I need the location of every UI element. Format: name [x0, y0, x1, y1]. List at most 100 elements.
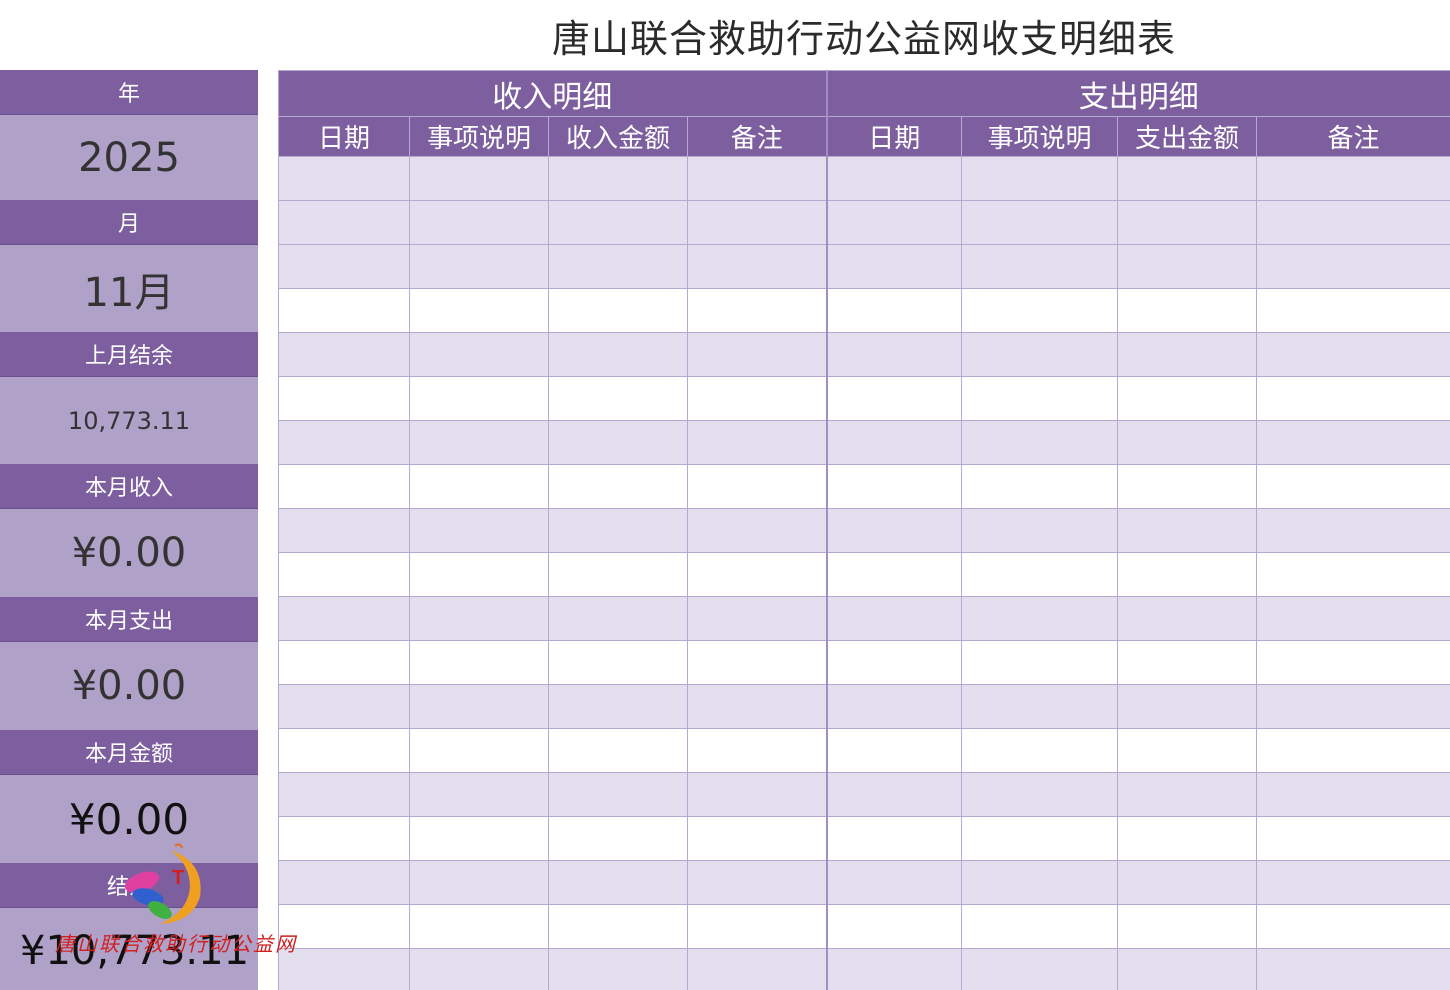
- table-cell[interactable]: [409, 420, 549, 465]
- table-cell[interactable]: [1117, 156, 1257, 201]
- table-cell[interactable]: [687, 596, 827, 641]
- table-cell[interactable]: [409, 860, 549, 905]
- table-cell[interactable]: [1256, 728, 1450, 773]
- table-cell[interactable]: [278, 508, 410, 553]
- table-cell[interactable]: [409, 684, 549, 729]
- balance-cell[interactable]: ¥10,773.11: [0, 908, 258, 990]
- table-cell[interactable]: [278, 816, 410, 861]
- table-cell[interactable]: [961, 816, 1118, 861]
- table-cell[interactable]: [548, 156, 688, 201]
- table-cell[interactable]: [1256, 816, 1450, 861]
- table-cell[interactable]: [687, 464, 827, 509]
- table-cell[interactable]: [409, 156, 549, 201]
- table-cell[interactable]: [825, 772, 962, 817]
- year-cell[interactable]: 2025: [0, 115, 258, 200]
- table-cell[interactable]: [1117, 596, 1257, 641]
- table-cell[interactable]: [278, 376, 410, 421]
- table-cell[interactable]: [278, 200, 410, 245]
- table-cell[interactable]: [548, 596, 688, 641]
- table-cell[interactable]: [1117, 464, 1257, 509]
- table-cell[interactable]: [278, 464, 410, 509]
- table-cell[interactable]: [409, 596, 549, 641]
- table-cell[interactable]: [548, 640, 688, 685]
- table-cell[interactable]: [409, 508, 549, 553]
- table-cell[interactable]: [1117, 860, 1257, 905]
- table-cell[interactable]: [1117, 508, 1257, 553]
- table-cell[interactable]: [825, 244, 962, 289]
- table-cell[interactable]: [1256, 420, 1450, 465]
- table-cell[interactable]: [1256, 464, 1450, 509]
- table-cell[interactable]: [1256, 376, 1450, 421]
- table-cell[interactable]: [687, 904, 827, 949]
- table-cell[interactable]: [409, 640, 549, 685]
- table-cell[interactable]: [961, 332, 1118, 377]
- table-cell[interactable]: [825, 552, 962, 597]
- table-cell[interactable]: [548, 772, 688, 817]
- table-cell[interactable]: [548, 728, 688, 773]
- table-cell[interactable]: [1117, 816, 1257, 861]
- table-cell[interactable]: [961, 772, 1118, 817]
- table-cell[interactable]: [961, 508, 1118, 553]
- table-cell[interactable]: [961, 640, 1118, 685]
- table-cell[interactable]: [825, 200, 962, 245]
- table-cell[interactable]: [278, 244, 410, 289]
- table-cell[interactable]: [961, 728, 1118, 773]
- table-cell[interactable]: [1117, 640, 1257, 685]
- table-cell[interactable]: [1256, 948, 1450, 990]
- table-cell[interactable]: [1256, 904, 1450, 949]
- table-cell[interactable]: [409, 948, 549, 990]
- table-cell[interactable]: [961, 376, 1118, 421]
- table-cell[interactable]: [548, 860, 688, 905]
- table-cell[interactable]: [961, 200, 1118, 245]
- table-cell[interactable]: [961, 288, 1118, 333]
- table-cell[interactable]: [548, 376, 688, 421]
- table-cell[interactable]: [1256, 640, 1450, 685]
- table-cell[interactable]: [961, 904, 1118, 949]
- table-cell[interactable]: [825, 860, 962, 905]
- table-cell[interactable]: [825, 508, 962, 553]
- table-cell[interactable]: [1117, 728, 1257, 773]
- table-cell[interactable]: [1117, 288, 1257, 333]
- income-cell[interactable]: ¥0.00: [0, 509, 258, 597]
- table-cell[interactable]: [825, 596, 962, 641]
- table-cell[interactable]: [687, 640, 827, 685]
- table-cell[interactable]: [409, 552, 549, 597]
- table-cell[interactable]: [548, 684, 688, 729]
- table-cell[interactable]: [1117, 904, 1257, 949]
- table-cell[interactable]: [687, 200, 827, 245]
- table-cell[interactable]: [1256, 552, 1450, 597]
- table-cell[interactable]: [1117, 552, 1257, 597]
- table-cell[interactable]: [687, 860, 827, 905]
- table-cell[interactable]: [278, 728, 410, 773]
- table-cell[interactable]: [548, 508, 688, 553]
- table-cell[interactable]: [278, 596, 410, 641]
- table-cell[interactable]: [825, 332, 962, 377]
- table-cell[interactable]: [825, 948, 962, 990]
- table-cell[interactable]: [1256, 684, 1450, 729]
- table-cell[interactable]: [548, 552, 688, 597]
- table-cell[interactable]: [548, 288, 688, 333]
- table-cell[interactable]: [961, 596, 1118, 641]
- table-cell[interactable]: [409, 728, 549, 773]
- table-cell[interactable]: [409, 904, 549, 949]
- table-cell[interactable]: [687, 376, 827, 421]
- table-cell[interactable]: [1256, 508, 1450, 553]
- table-cell[interactable]: [825, 640, 962, 685]
- table-cell[interactable]: [278, 684, 410, 729]
- table-cell[interactable]: [1117, 420, 1257, 465]
- table-cell[interactable]: [278, 156, 410, 201]
- table-cell[interactable]: [1256, 772, 1450, 817]
- table-cell[interactable]: [687, 816, 827, 861]
- table-cell[interactable]: [1117, 376, 1257, 421]
- table-cell[interactable]: [961, 684, 1118, 729]
- table-cell[interactable]: [278, 904, 410, 949]
- table-cell[interactable]: [1256, 156, 1450, 201]
- table-cell[interactable]: [961, 464, 1118, 509]
- table-cell[interactable]: [825, 464, 962, 509]
- expense-cell[interactable]: ¥0.00: [0, 642, 258, 730]
- table-cell[interactable]: [687, 508, 827, 553]
- table-cell[interactable]: [1117, 332, 1257, 377]
- table-cell[interactable]: [409, 772, 549, 817]
- table-cell[interactable]: [548, 200, 688, 245]
- table-cell[interactable]: [278, 288, 410, 333]
